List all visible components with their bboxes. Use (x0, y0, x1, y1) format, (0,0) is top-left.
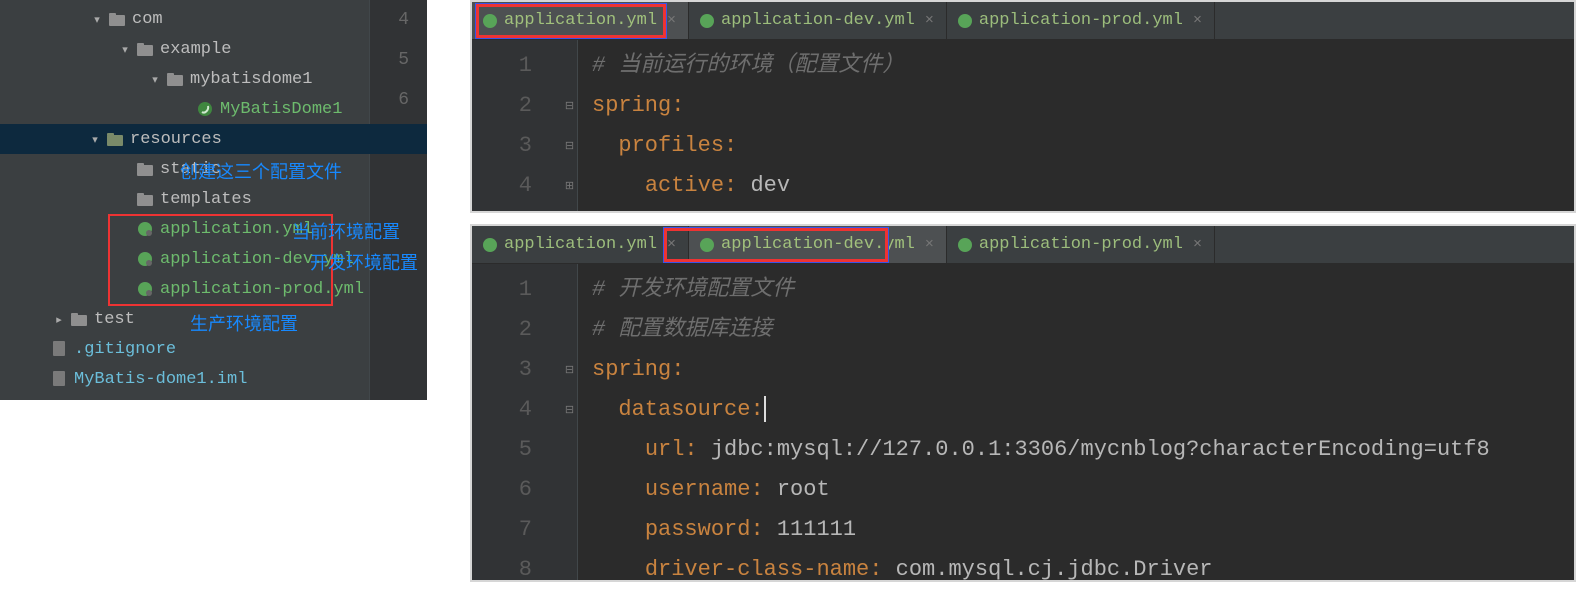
fold-column[interactable]: ⊟⊟⊞ (562, 40, 578, 211)
tree-item-iml[interactable]: ▾ MyBatis-dome1.iml (0, 364, 427, 394)
tree-label: application-prod.yml (160, 280, 364, 299)
tree-label: application.yml (160, 220, 313, 239)
folder-icon (136, 161, 154, 177)
tree-item-templates[interactable]: ▾ templates (0, 184, 427, 214)
tab-label: application.yml (504, 11, 657, 30)
folder-icon (136, 41, 154, 57)
tab-label: application-dev.yml (721, 11, 915, 30)
tab-label: application-prod.yml (979, 235, 1183, 254)
folder-icon (70, 311, 88, 327)
tree-item-application-dev-yml[interactable]: ▾ application-dev.yml (0, 244, 427, 274)
tree-item-mybatisdome1[interactable]: ▾ mybatisdome1 (0, 64, 427, 94)
resources-folder-icon (106, 131, 124, 147)
yml-file-icon (957, 237, 973, 253)
tab-application-prod-yml[interactable]: application-prod.yml × (947, 2, 1215, 39)
tree-label: mybatisdome1 (190, 70, 312, 89)
code-area-top[interactable]: 1 2 3 4 ⊟⊟⊞ # 当前运行的环境（配置文件） spring: prof… (472, 40, 1574, 211)
tree-label: com (132, 10, 163, 29)
tab-application-dev-yml[interactable]: application-dev.yml × (689, 226, 947, 263)
tree-item-application-prod-yml[interactable]: ▾ application-prod.yml (0, 274, 427, 304)
code-content[interactable]: # 当前运行的环境（配置文件） spring: profiles: active… (578, 40, 1574, 211)
tree-item-mybatisdome1-class[interactable]: ▾ MyBatisDome1 (0, 94, 427, 124)
tab-label: application-dev.yml (721, 235, 915, 254)
tree-label: MyBatis-dome1.iml (74, 370, 247, 389)
close-icon[interactable]: × (667, 236, 676, 253)
tab-application-prod-yml[interactable]: application-prod.yml × (947, 226, 1215, 263)
tree-item-pom[interactable]: ▾ pom.xml (0, 394, 427, 400)
tree-label: application-dev.yml (160, 250, 354, 269)
tabbar-bottom: application.yml × application-dev.yml × … (472, 226, 1574, 264)
close-icon[interactable]: × (667, 12, 676, 29)
tree-label: .gitignore (74, 340, 176, 359)
tabbar-top: application.yml × application-dev.yml × … (472, 2, 1574, 40)
cursor (764, 396, 766, 422)
tab-application-yml[interactable]: application.yml × (472, 226, 689, 263)
tab-application-yml[interactable]: application.yml × (472, 2, 689, 39)
close-icon[interactable]: × (925, 236, 934, 253)
yml-file-icon (482, 237, 498, 253)
folder-icon (166, 71, 184, 87)
gutter: 1 2 3 4 (472, 40, 562, 211)
tab-application-dev-yml[interactable]: application-dev.yml × (689, 2, 947, 39)
tree-item-application-yml[interactable]: ▾ application.yml (0, 214, 427, 244)
tree-label: example (160, 40, 231, 59)
tree-label: pom.xml (74, 400, 145, 401)
folder-icon (136, 191, 154, 207)
tree-label: static (160, 160, 221, 179)
tree-item-static[interactable]: ▾ static (0, 154, 427, 184)
tree-item-example[interactable]: ▾ example (0, 34, 427, 64)
code-content[interactable]: # 开发环境配置文件 # 配置数据库连接 spring: datasource:… (578, 264, 1574, 580)
yml-file-icon (482, 13, 498, 29)
tree-item-gitignore[interactable]: ▾ .gitignore (0, 334, 427, 364)
close-icon[interactable]: × (1193, 12, 1202, 29)
yml-file-icon (136, 251, 154, 267)
file-icon (50, 371, 68, 387)
yml-file-icon (699, 13, 715, 29)
file-icon (50, 341, 68, 357)
tree-item-resources[interactable]: ▾ resources (0, 124, 427, 154)
tree-label: resources (130, 130, 222, 149)
tree-label: test (94, 310, 135, 329)
close-icon[interactable]: × (1193, 236, 1202, 253)
code-area-bottom[interactable]: 1 2 3 4 5 6 7 8 ⊟⊟ # 开发环境配置文件 # 配置数据库连接 … (472, 264, 1574, 580)
close-icon[interactable]: × (925, 12, 934, 29)
yml-file-icon (136, 221, 154, 237)
tree-label: templates (160, 190, 252, 209)
yml-file-icon (136, 281, 154, 297)
tree-item-test[interactable]: ▸ test (0, 304, 427, 334)
fold-column[interactable]: ⊟⊟ (562, 264, 578, 580)
tree-item-com[interactable]: ▾ com (0, 4, 427, 34)
spring-class-icon (196, 101, 214, 117)
tab-label: application.yml (504, 235, 657, 254)
project-tree[interactable]: 4 5 6 7 ▾ com ▾ example ▾ mybatisdome1 ▾ (0, 0, 427, 400)
yml-file-icon (957, 13, 973, 29)
yml-file-icon (699, 237, 715, 253)
folder-icon (108, 11, 126, 27)
tab-label: application-prod.yml (979, 11, 1183, 30)
editor-bottom: application.yml × application-dev.yml × … (470, 224, 1576, 582)
gutter: 1 2 3 4 5 6 7 8 (472, 264, 562, 580)
editor-top: application.yml × application-dev.yml × … (470, 0, 1576, 213)
tree-label: MyBatisDome1 (220, 100, 342, 119)
